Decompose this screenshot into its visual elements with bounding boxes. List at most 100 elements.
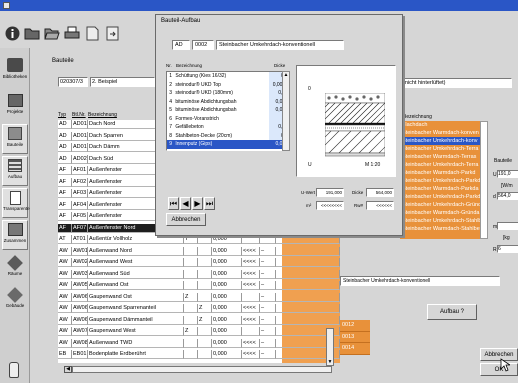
list-item[interactable]: Steinbacher Warmdach-Parkd	[400, 169, 488, 177]
sidebar-item-transparente[interactable]: Transparente	[2, 188, 30, 218]
table-row[interactable]: AW AW08 Außenwand TWD 0,000 <<<< –	[58, 338, 340, 348]
scroll-down-arrow-icon[interactable]: ▼	[327, 359, 333, 365]
aufbau-button[interactable]: Aufbau ?	[427, 304, 477, 320]
layer-row[interactable]: 7Gefällebeton0,05	[167, 123, 289, 132]
layer-row[interactable]: 6Formex-Voranstrich0	[167, 114, 289, 123]
dialog-code-number[interactable]: 0002	[192, 40, 214, 50]
list-item[interactable]: 0012	[340, 320, 370, 332]
side-panel-m-value[interactable]	[497, 222, 518, 230]
list-item[interactable]: Steinbacher Umkehrdach-Parkd	[400, 177, 488, 185]
layer-row[interactable]: 1Schüttung (Kies 16/32)0,1	[167, 72, 289, 81]
m2-value[interactable]: <<<<<<<<	[316, 201, 344, 210]
layer-name: Schüttung (Kies 16/32)	[175, 73, 227, 79]
document-icon[interactable]	[84, 25, 100, 41]
table-cell: –	[260, 327, 276, 336]
list-item[interactable]: Steinbacher Umkehrdach-konv	[400, 137, 488, 145]
table-row[interactable]: AW AW07 Gaupenwand West Z 0,000 –	[58, 327, 340, 336]
table-row[interactable]: AWAW062Gaupenwand Dämmanteil Z0,000<<<<–	[58, 315, 340, 325]
list-item[interactable]: Steinbacher Umkehrdach-Terra	[400, 145, 488, 153]
layer-row[interactable]: 4bituminöse Abdichtungsbah0,005	[167, 97, 289, 106]
nav-prev-icon[interactable]: ◀	[180, 197, 191, 210]
layer-row[interactable]: 2 steinodur® UKD Top 0,0006	[167, 80, 289, 89]
table-row[interactable]: AW AW06 Gaupenwand Ost Z 0,000 –	[58, 292, 340, 302]
info-icon[interactable]	[4, 25, 20, 41]
column-header-bezeichnung[interactable]: Bezeichnung	[88, 112, 148, 118]
table-row[interactable]: AW AW01 Außenwand Nord 0,000 <<<< –	[58, 246, 340, 256]
roof-type-field[interactable]: (nicht hinterlüftet)	[400, 78, 512, 88]
table-row[interactable]: AW AW02 Außenwand West 0,000 <<<< –	[58, 258, 340, 267]
dialog-code-prefix[interactable]: AD	[172, 40, 190, 50]
folder-open-icon[interactable]	[44, 25, 60, 41]
sidebar-item-gebaeude[interactable]: Gebäude	[2, 286, 28, 316]
table-row[interactable]: AW AW03 Außenwand Süd 0,000 <<<< –	[58, 269, 340, 279]
right-list-scrollbar[interactable]	[480, 121, 488, 239]
list-item[interactable]: Steinbacher Warmdach-Parkda	[400, 185, 488, 193]
mid-list: 0012 0013 0014	[340, 320, 370, 368]
ok-button[interactable]: OK	[480, 363, 518, 376]
list-item[interactable]: Steinbacher Warmdach-Stahlbe	[400, 225, 488, 233]
window-titlebar	[0, 0, 518, 11]
selected-construction-field[interactable]: Steinbacher Umkehrdach-konventionell	[340, 276, 500, 286]
table-cell	[184, 258, 198, 267]
list-item[interactable]: Steinbacher Umkehrdach-Terra	[400, 161, 488, 169]
sidebar-item-label: Zusammen	[3, 238, 27, 243]
table-row[interactable]: EB EB01 Bodenplatte Erdberührt 0,000 <<<< –	[58, 350, 340, 359]
bottle-icon[interactable]	[9, 362, 19, 378]
side-panel-d-value[interactable]: 564,0	[497, 192, 518, 200]
list-item[interactable]: Steinbacher Umkehrdach-Stahlb	[400, 217, 488, 225]
layer-row[interactable]: 3steinodur® UKD (180mm)0,18	[167, 89, 289, 98]
table-hscrollbar[interactable]	[72, 366, 332, 373]
list-item[interactable]: Steinbacher Umkehrdach-Gründ	[400, 201, 488, 209]
layer-list-scrollbar[interactable]: ▲	[282, 71, 290, 151]
rwert-value[interactable]: <<<<<<	[366, 201, 394, 210]
table-scroll-left-button[interactable]: ◀	[64, 366, 72, 373]
nav-last-icon[interactable]: ⏭	[204, 197, 215, 210]
table-row[interactable]: AW AW05 Außenwand Ost 0,000 <<<< –	[58, 281, 340, 290]
list-item[interactable]: Steinbacher Warmdach-Gründa	[400, 209, 488, 217]
column-header-typ[interactable]: Typ	[58, 112, 72, 118]
table-row[interactable]: AWAW061Gaupenwand Sparrenanteil Z0,000<<<…	[58, 304, 340, 313]
side-panel-d: d	[493, 194, 496, 200]
sidebar-item-label: Transparente	[3, 206, 30, 211]
sidebar-item-raeume[interactable]: Räume	[2, 254, 28, 284]
u-wert-value[interactable]: 191,000	[316, 188, 344, 197]
list-item[interactable]: Flachdach	[400, 121, 488, 129]
printer-icon[interactable]	[64, 25, 80, 41]
table-cell: AW	[58, 315, 72, 325]
side-panel-r-value[interactable]: 6	[497, 245, 518, 253]
layer-row[interactable]: 5bituminöse Abdichtungsbah0,003	[167, 106, 289, 115]
table-cell: AF	[58, 223, 72, 233]
list-item[interactable]: Steinbacher Umkehrdach-Parkda	[400, 193, 488, 201]
sidebar-item-aufbau[interactable]: Aufbau	[2, 156, 28, 186]
sidebar-item-bibliotheken[interactable]: Bibliotheken	[2, 56, 28, 90]
side-panel-u-value[interactable]: 191,0	[497, 170, 518, 178]
export-icon[interactable]	[104, 25, 120, 41]
abbrechen-button[interactable]: Abbrechen	[480, 348, 518, 361]
folder-icon[interactable]	[24, 25, 40, 41]
table-cell: AD012	[72, 143, 88, 152]
scroll-up-arrow-icon[interactable]: ▲	[283, 72, 289, 78]
column-header-nr[interactable]: Btl.Nr.	[72, 112, 88, 118]
app-icon[interactable]	[3, 2, 10, 9]
table-header: Typ Btl.Nr. Bezeichnung	[58, 112, 148, 118]
sidebar-item-bauteile[interactable]: Bauteile	[2, 124, 28, 154]
dicke-value[interactable]: 564,000	[366, 188, 394, 197]
list-item[interactable]: 0014	[340, 343, 370, 355]
dialog-abbrechen-button[interactable]: Abbrechen	[166, 213, 206, 226]
table-cell	[276, 235, 340, 244]
project-code-field[interactable]: 020307/3	[58, 77, 88, 87]
sidebar-item-zusammen[interactable]: Zusammen	[2, 220, 28, 250]
layer-row[interactable]: 8Stahlbeton-Decke (20cm)0,2	[167, 131, 289, 140]
nav-next-icon[interactable]: ▶	[192, 197, 203, 210]
list-item[interactable]: Steinbacher Warmdach-Terras	[400, 153, 488, 161]
sidebar-item-projekte[interactable]: Projekte	[2, 92, 28, 122]
table-row[interactable]: AT AT01 Außentür Vollholz T 0,000	[58, 235, 340, 244]
project-name-field[interactable]: 2. Beispiel	[90, 77, 155, 87]
layer-row[interactable]: 9Innenputz (Gips)0,015	[167, 140, 289, 149]
list-item[interactable]: Steinbacher Warmdach-konven	[400, 129, 488, 137]
dialog-name-field[interactable]: Steinbacher Umkehrdach-konventionell	[216, 40, 344, 50]
list-item[interactable]: 0013	[340, 331, 370, 343]
table-cell: AF	[58, 166, 72, 175]
table-vscrollbar[interactable]: ▼	[326, 328, 334, 366]
nav-first-icon[interactable]: ⏮	[168, 197, 179, 210]
